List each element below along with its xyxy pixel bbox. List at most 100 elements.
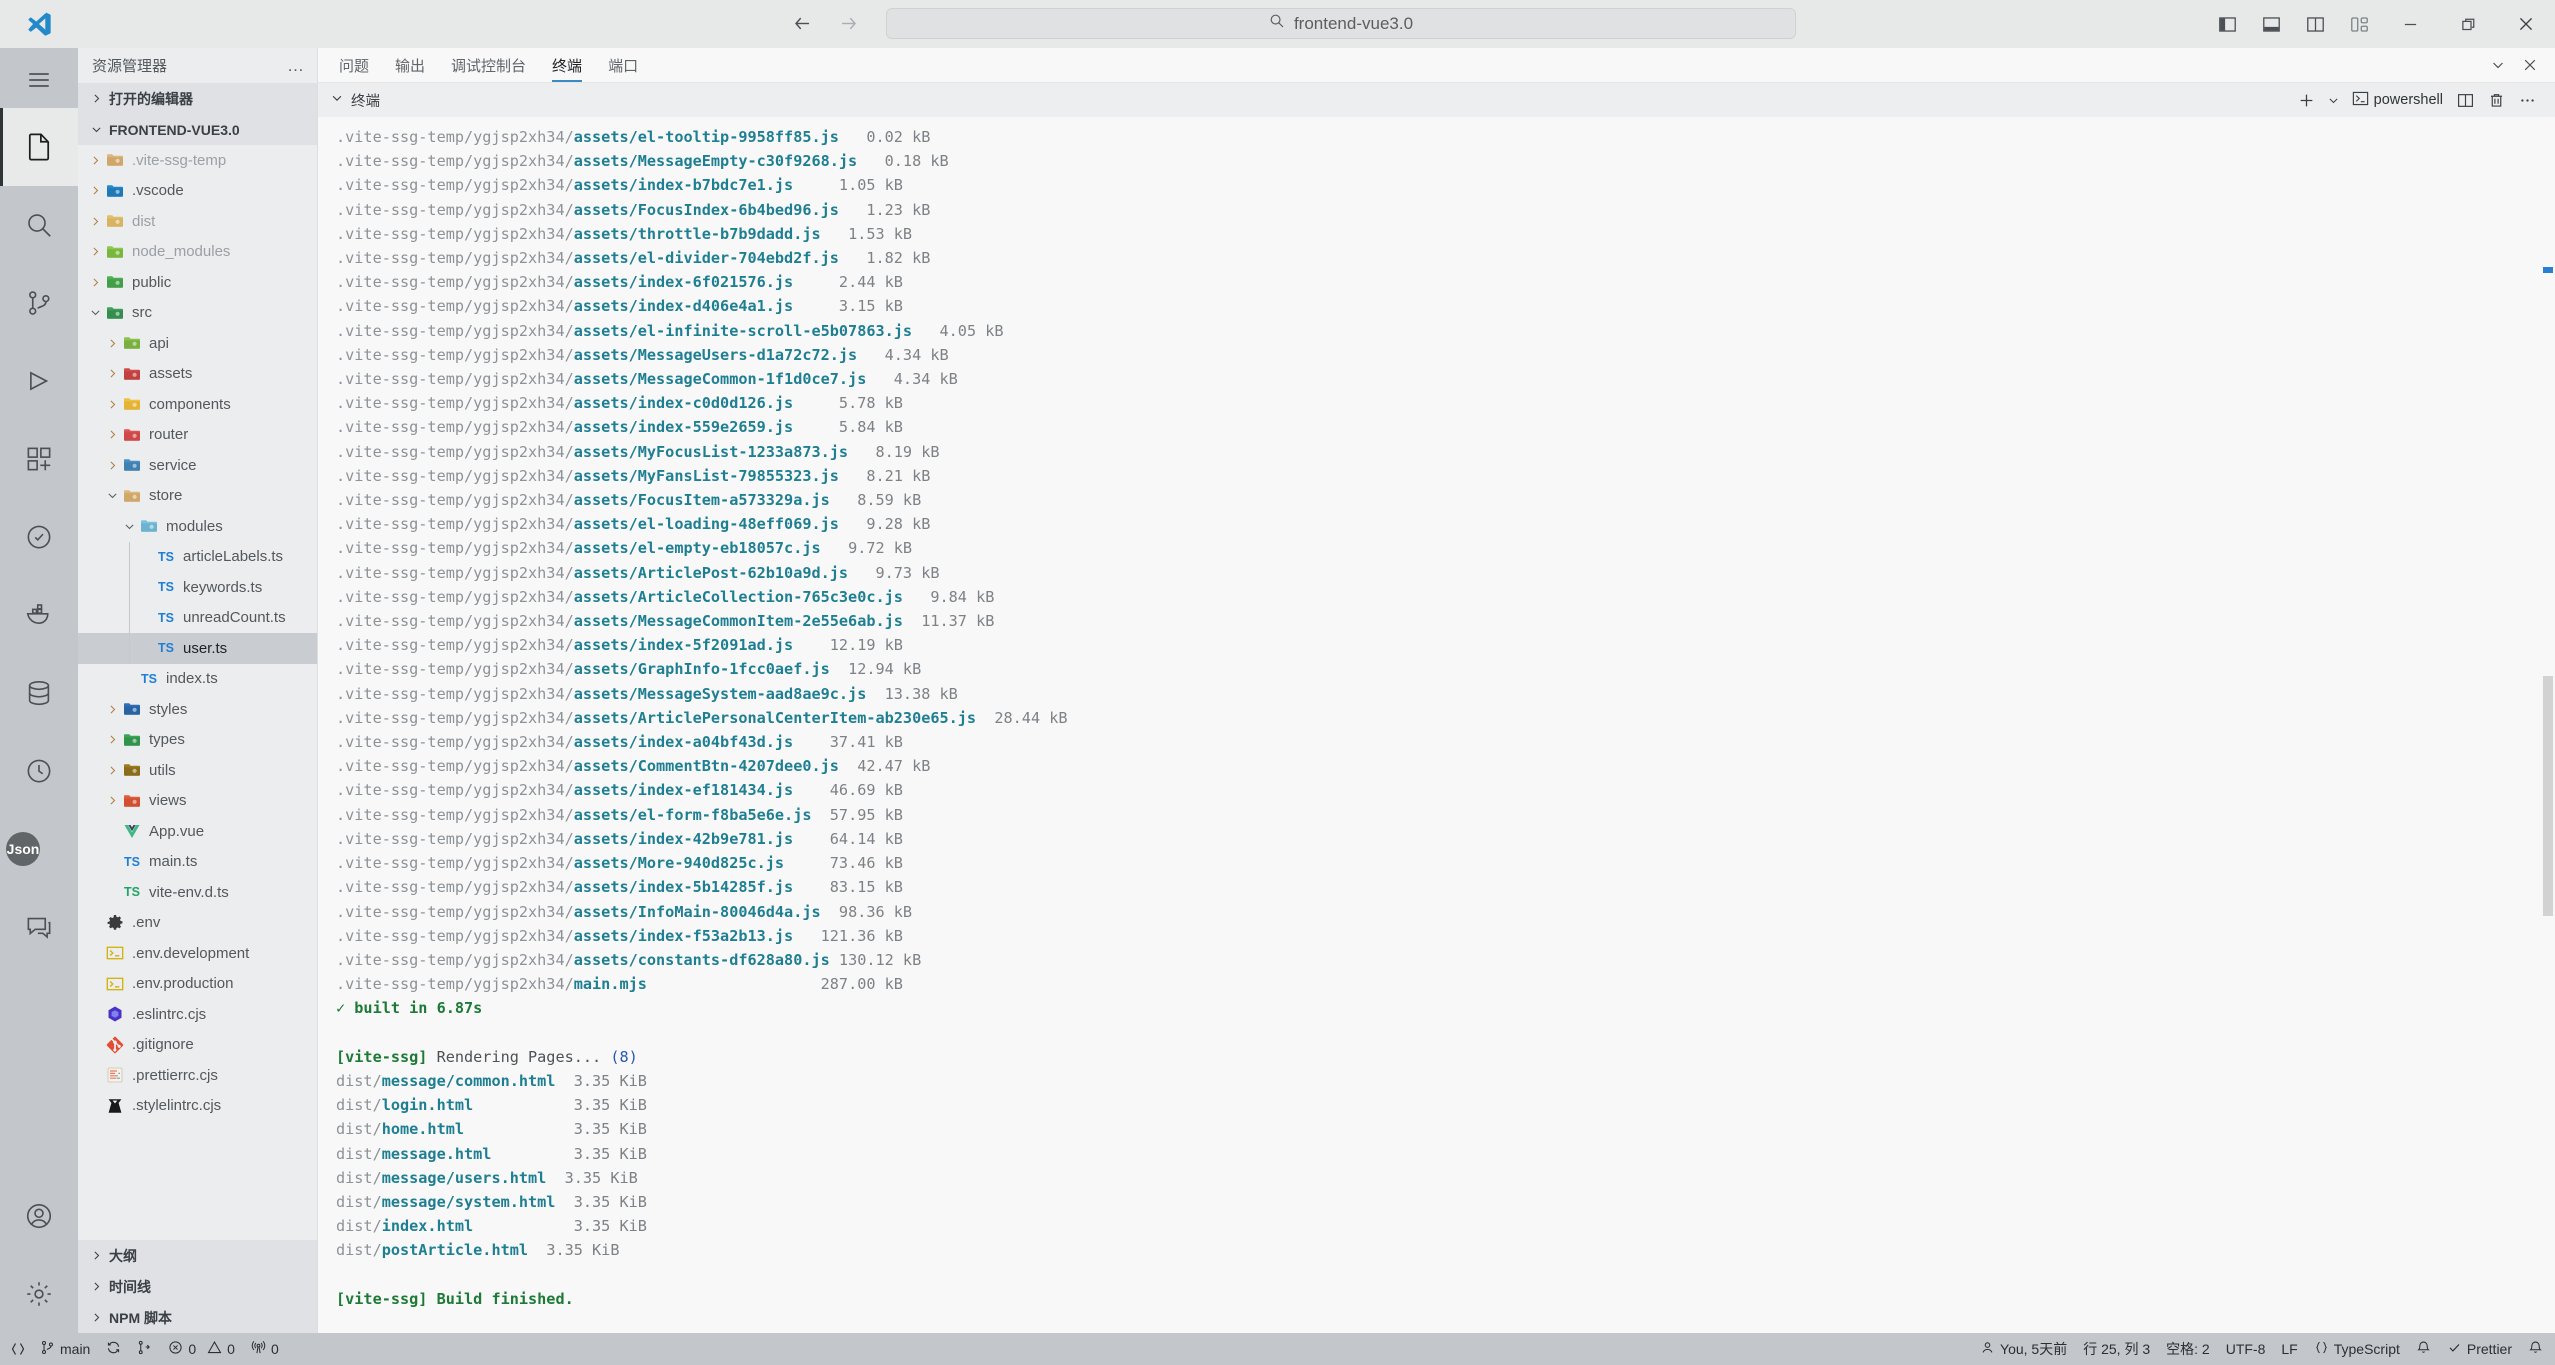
tree-folder-node-modules[interactable]: node_modules xyxy=(78,237,317,268)
tab-ports[interactable]: 端口 xyxy=(595,48,651,82)
tree-file-stylelintrc-cjs[interactable]: .stylelintrc.cjs xyxy=(78,1091,317,1122)
status-notifications-extra[interactable] xyxy=(2408,1333,2439,1365)
tree-file-env-development[interactable]: .env.development xyxy=(78,938,317,969)
tab-terminal[interactable]: 终端 xyxy=(539,48,595,82)
tree-file-index-ts[interactable]: TS index.ts xyxy=(78,664,317,695)
sidebar-section-npm-scripts[interactable]: NPM 脚本 xyxy=(78,1302,317,1333)
activity-docker[interactable] xyxy=(0,576,78,654)
file-tree[interactable]: .vite-ssg-temp .vscode dist node_modules pub… xyxy=(78,145,317,1240)
status-ports[interactable]: 0 xyxy=(243,1333,287,1365)
activity-json[interactable]: Json xyxy=(0,810,78,888)
terminal-line-page: dist/login.html 3.35 KiB xyxy=(336,1096,647,1115)
toggle-panel-button[interactable] xyxy=(2249,0,2293,48)
command-center[interactable]: frontend-vue3.0 xyxy=(886,8,1796,39)
activity-extensions[interactable] xyxy=(0,420,78,498)
activity-source-control[interactable] xyxy=(0,264,78,342)
kill-terminal-button[interactable] xyxy=(2483,86,2510,114)
tab-debug-console[interactable]: 调试控制台 xyxy=(438,48,539,82)
panel-close-button[interactable] xyxy=(2515,50,2545,80)
tree-file-gitignore[interactable]: .gitignore xyxy=(78,1030,317,1061)
hamburger-menu-icon[interactable] xyxy=(0,52,78,108)
tree-file-app-vue[interactable]: App.vue xyxy=(78,816,317,847)
tree-folder-styles[interactable]: styles xyxy=(78,694,317,725)
customize-layout-button[interactable] xyxy=(2337,0,2381,48)
activity-gitlens[interactable] xyxy=(0,732,78,810)
tab-output[interactable]: 输出 xyxy=(382,48,438,82)
tree-file-main-ts[interactable]: TS main.ts xyxy=(78,847,317,878)
terminal-header-left[interactable]: 终端 xyxy=(330,90,380,111)
status-account[interactable]: You, 5天前 xyxy=(1972,1333,2075,1365)
status-notifications[interactable] xyxy=(2520,1333,2551,1365)
terminal-scrollbar[interactable] xyxy=(2541,117,2555,1333)
tree-file-vite-env-d-ts[interactable]: TS vite-env.d.ts xyxy=(78,877,317,908)
tree-folder-service[interactable]: service xyxy=(78,450,317,481)
tree-file-user-ts[interactable]: TS user.ts xyxy=(78,633,317,664)
status-branch[interactable]: main xyxy=(32,1333,98,1365)
activity-run-debug[interactable] xyxy=(0,342,78,420)
terminal-scrollbar-thumb[interactable] xyxy=(2543,676,2553,917)
new-terminal-dropdown-button[interactable] xyxy=(2324,86,2343,114)
status-changes-button[interactable] xyxy=(129,1333,160,1365)
tree-folder-src[interactable]: src xyxy=(78,298,317,329)
status-cursor-position[interactable]: 行 25, 列 3 xyxy=(2075,1333,2158,1365)
terminal-line: .vite-ssg-temp/ygjsp2xh34/assets/Article… xyxy=(336,587,995,606)
remote-indicator-icon[interactable] xyxy=(4,1333,32,1365)
status-eol[interactable]: LF xyxy=(2273,1333,2305,1365)
status-language-mode[interactable]: TypeScript xyxy=(2306,1333,2408,1365)
tree-folder-public[interactable]: public xyxy=(78,267,317,298)
arrow-left-icon[interactable] xyxy=(790,12,814,36)
activity-explorer[interactable] xyxy=(0,108,78,186)
tree-folder-vite-ssg-temp[interactable]: .vite-ssg-temp xyxy=(78,145,317,176)
tree-folder-modules[interactable]: modules xyxy=(78,511,317,542)
activity-accounts[interactable] xyxy=(0,1177,78,1255)
restore-button[interactable] xyxy=(2439,0,2497,48)
tree-file-keywords-ts[interactable]: TS keywords.ts xyxy=(78,572,317,603)
typescript-file-icon: TS xyxy=(158,580,174,595)
status-prettier[interactable]: Prettier xyxy=(2439,1333,2520,1365)
tree-file-env-production[interactable]: .env.production xyxy=(78,969,317,1000)
activity-testing[interactable] xyxy=(0,498,78,576)
tree-folder-types[interactable]: types xyxy=(78,725,317,756)
terminal-output[interactable]: .vite-ssg-temp/ygjsp2xh34/assets/el-tool… xyxy=(318,117,2555,1333)
toggle-primary-sidebar-button[interactable] xyxy=(2205,0,2249,48)
terminal-more-actions-button[interactable] xyxy=(2514,86,2541,114)
status-sync-button[interactable] xyxy=(98,1333,129,1365)
close-button[interactable] xyxy=(2497,0,2555,48)
sidebar-more-actions-button[interactable]: … xyxy=(287,56,305,76)
activity-chat[interactable] xyxy=(0,888,78,966)
tree-folder-assets[interactable]: assets xyxy=(78,359,317,390)
tree-folder-views[interactable]: views xyxy=(78,786,317,817)
toggle-secondary-sidebar-button[interactable] xyxy=(2293,0,2337,48)
minimize-button[interactable] xyxy=(2381,0,2439,48)
tree-folder-dist[interactable]: dist xyxy=(78,206,317,237)
tree-folder-vscode[interactable]: .vscode xyxy=(78,176,317,207)
panel-chevron-down-button[interactable] xyxy=(2483,50,2513,80)
tree-folder-store[interactable]: store xyxy=(78,481,317,512)
status-encoding[interactable]: UTF-8 xyxy=(2218,1333,2274,1365)
tree-file-unreadcount-ts[interactable]: TS unreadCount.ts xyxy=(78,602,317,633)
arrow-right-icon[interactable] xyxy=(836,12,860,36)
activity-search[interactable] xyxy=(0,186,78,264)
sidebar-section-open-editors[interactable]: 打开的编辑器 xyxy=(78,83,317,114)
sidebar-section-timeline[interactable]: 时间线 xyxy=(78,1271,317,1302)
tree-file-articlelabels-ts[interactable]: TS articleLabels.ts xyxy=(78,541,317,572)
sidebar-section-outline[interactable]: 大纲 xyxy=(78,1240,317,1271)
activity-settings[interactable] xyxy=(0,1255,78,1333)
status-problems[interactable]: 0 0 xyxy=(160,1333,243,1365)
tree-folder-router[interactable]: router xyxy=(78,420,317,451)
sidebar-section-workspace[interactable]: FRONTEND-VUE3.0 xyxy=(78,114,317,145)
tab-problems[interactable]: 问题 xyxy=(326,48,382,82)
tree-folder-api[interactable]: api xyxy=(78,328,317,359)
status-indentation[interactable]: 空格: 2 xyxy=(2158,1333,2218,1365)
tree-file-eslintrc-cjs[interactable]: .eslintrc.cjs xyxy=(78,999,317,1030)
new-terminal-button[interactable] xyxy=(2293,86,2320,114)
tree-folder-components[interactable]: components xyxy=(78,389,317,420)
tree-item-label: .prettierrc.cjs xyxy=(132,1066,218,1084)
tree-folder-utils[interactable]: utils xyxy=(78,755,317,786)
tree-file-env[interactable]: .env xyxy=(78,908,317,939)
tree-file-prettierrc-cjs[interactable]: .prettierrc.cjs xyxy=(78,1060,317,1091)
terminal-shell-tab[interactable]: powershell xyxy=(2347,86,2448,114)
tree-item-label: unreadCount.ts xyxy=(183,609,286,627)
split-terminal-button[interactable] xyxy=(2452,86,2479,114)
activity-database[interactable] xyxy=(0,654,78,732)
